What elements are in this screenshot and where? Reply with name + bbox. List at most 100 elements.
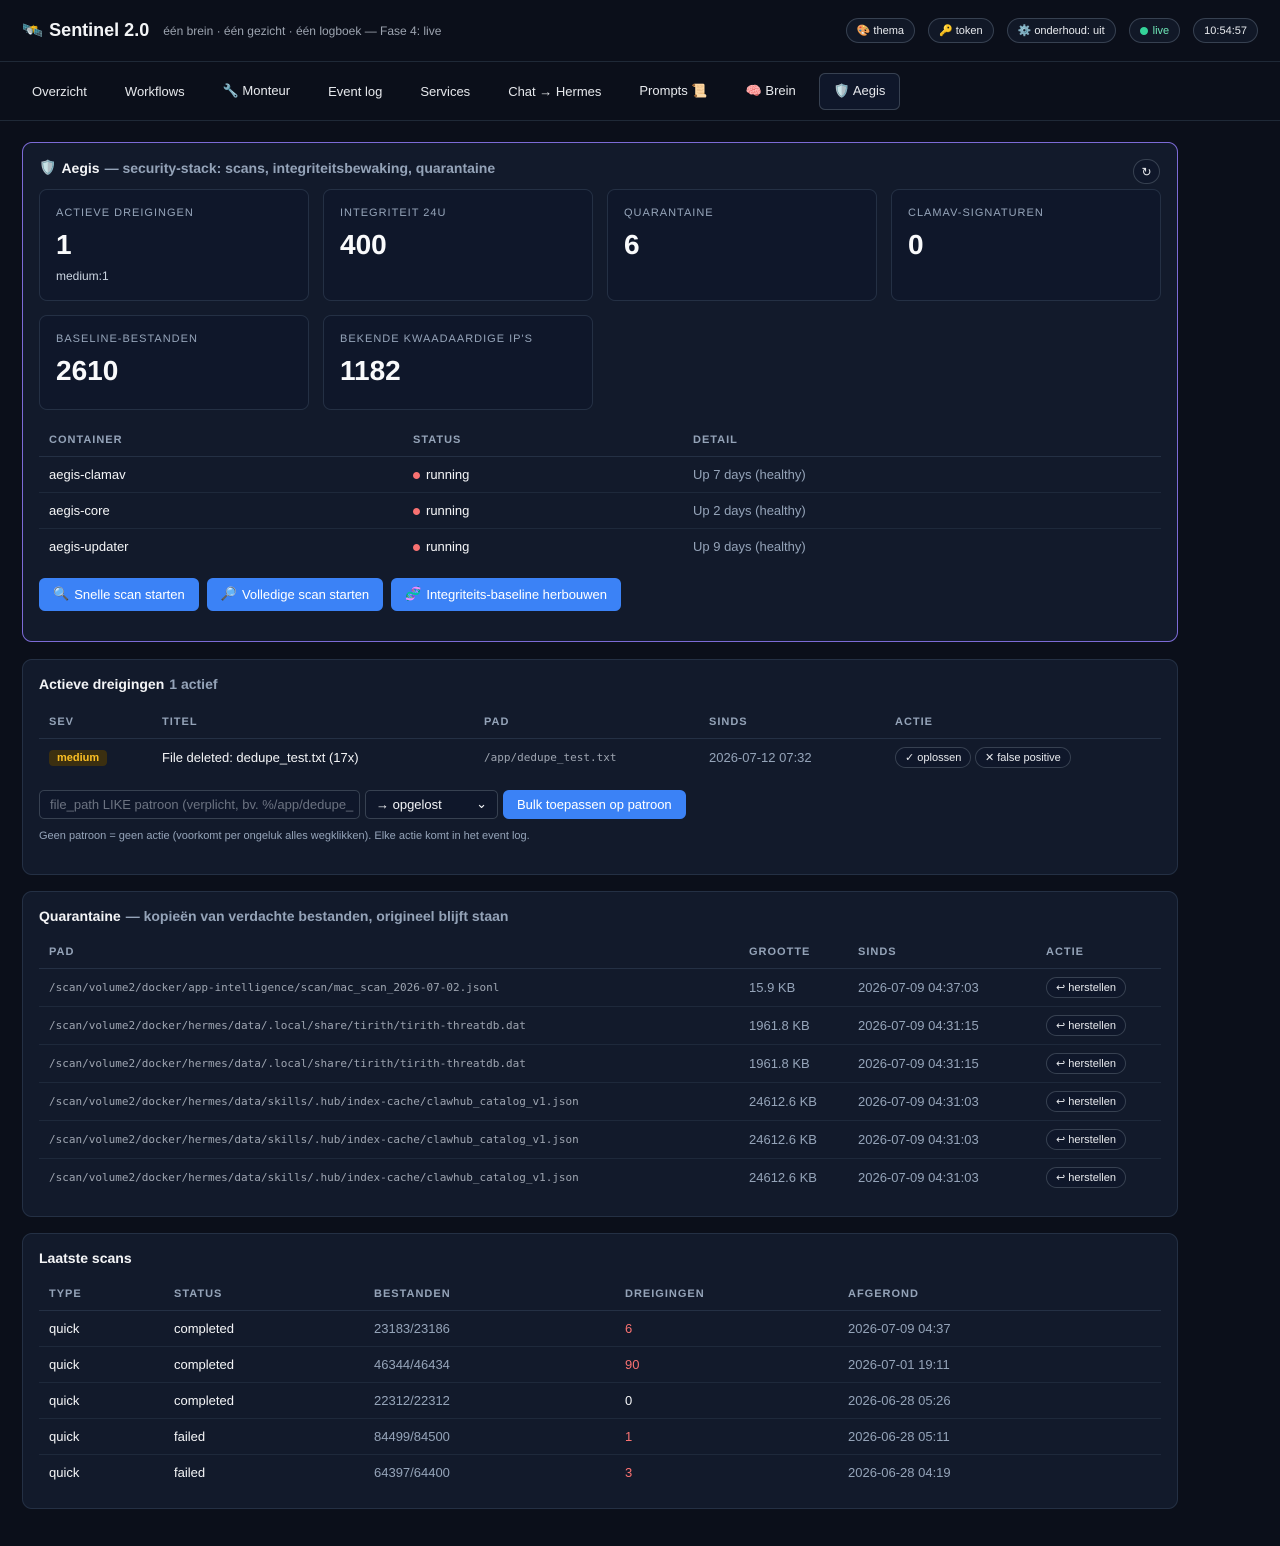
tab-event-log[interactable]: Event log — [313, 73, 397, 110]
token-button[interactable]: 🔑 token — [927, 18, 994, 43]
stat-value: 1182 — [340, 355, 401, 386]
pattern-input[interactable]: file_path LIKE patroon (verplicht, bv. %… — [39, 789, 360, 819]
column-header: AFGEROND — [838, 1288, 1161, 1311]
status-dot-icon — [413, 472, 420, 480]
scan-type: quick — [39, 1382, 164, 1419]
threat-since: 2026-07-12 07:32 — [709, 750, 812, 766]
theme-label: thema — [873, 24, 904, 37]
bulk-apply-button[interactable]: Bulk toepassen op patroon — [503, 789, 686, 819]
container-detail: Up 9 days (healthy) — [693, 539, 806, 555]
scan-files: 22312/22312 — [364, 1382, 615, 1419]
quarantine-heading: Quarantaine — [39, 908, 121, 924]
column-header: ACTIE — [885, 716, 1161, 739]
stat-sub: medium:1 — [56, 269, 109, 283]
container-status: running — [403, 492, 683, 529]
threats-heading: Actieve dreigingen — [39, 676, 165, 692]
token-label: token — [955, 24, 983, 37]
severity-badge: medium — [49, 750, 108, 767]
tab-aegis[interactable]: 🛡️ Aegis — [818, 72, 901, 110]
stat-label: QUARANTAINE — [624, 207, 714, 219]
theme-button[interactable]: 🎨 thema — [845, 18, 915, 43]
quarantine-subtitle: — kopieën van verdachte bestanden, origi… — [125, 908, 509, 924]
stat-card-active-threats: ACTIEVE DREIGINGEN 1 medium:1 — [39, 189, 309, 301]
false-positive-button[interactable]: ✕ false positive — [974, 747, 1071, 769]
quarantine-size: 15.9 KB — [739, 968, 848, 1007]
quarantine-path: /scan/volume2/docker/hermes/data/skills/… — [49, 1171, 579, 1185]
quarantine-since: 2026-07-09 04:37:03 — [848, 968, 1036, 1007]
resolve-button[interactable]: ✓ oplossen — [895, 747, 972, 769]
scan-threats: 3 — [625, 1465, 633, 1481]
tab-brein[interactable]: 🧠 Brein — [731, 73, 811, 110]
refresh-icon: ↻ — [1141, 164, 1152, 179]
bulk-hint: Geen patroon = geen actie (voorkomt per … — [39, 829, 530, 842]
table-row: medium File deleted: dedupe_test.txt (17… — [39, 739, 1161, 777]
tab-monteur[interactable]: 🔧 Monteur — [208, 73, 306, 110]
quarantine-size: 24612.6 KB — [739, 1082, 848, 1121]
scan-finished: 2026-06-28 04:19 — [848, 1465, 951, 1481]
app-subtitle: één brein · één gezicht · één logboek — … — [163, 23, 442, 38]
quick-scan-button[interactable]: 🔍 Snelle scan starten — [39, 577, 199, 611]
column-header: PAD — [474, 716, 699, 739]
quarantine-path: /scan/volume2/docker/hermes/data/.local/… — [39, 1044, 739, 1083]
quarantine-since: 2026-07-09 04:31:15 — [848, 1006, 1036, 1045]
tab-services[interactable]: Services — [405, 73, 485, 110]
restore-button[interactable]: ↩ herstellen — [1046, 977, 1126, 998]
status-select[interactable]: → opgelost ⌄ — [365, 789, 498, 819]
quarantine-size: 24612.6 KB — [739, 1120, 848, 1159]
scan-type: quick — [39, 1418, 164, 1455]
full-scan-button[interactable]: 🔎 Volledige scan starten — [206, 577, 384, 611]
satellite-icon: 🛰️ — [22, 20, 44, 40]
restore-button[interactable]: ↩ herstellen — [1046, 1129, 1126, 1150]
stat-value: 1 — [56, 229, 72, 260]
stat-card-integrity: INTEGRITEIT 24U 400 — [323, 189, 593, 301]
quarantine-table: PAD GROOTTE SINDS ACTIE /scan/volume2/do… — [39, 946, 1161, 1197]
tab-chat-hermes[interactable]: Chat → Hermes — [493, 73, 616, 110]
restore-button[interactable]: ↩ herstellen — [1046, 1053, 1126, 1074]
column-header: SINDS — [848, 946, 1036, 969]
scan-finished: 2026-06-28 05:26 — [838, 1382, 1161, 1419]
quarantine-path: /scan/volume2/docker/hermes/data/.local/… — [39, 1006, 739, 1045]
chevron-down-icon: ⌄ — [476, 796, 487, 811]
restore-button[interactable]: ↩ herstellen — [1046, 1167, 1126, 1189]
status-dot-icon — [413, 508, 420, 516]
table-row: /scan/volume2/docker/hermes/data/skills/… — [39, 1159, 1161, 1197]
quarantine-panel: Quarantaine — kopieën van verdachte best… — [22, 891, 1178, 1217]
scans-panel: Laatste scans TYPE STATUS BESTANDEN DREI… — [22, 1233, 1178, 1509]
tab-overzicht[interactable]: Overzicht — [17, 73, 102, 110]
maintenance-toggle[interactable]: ⚙️ onderhoud: uit — [1006, 18, 1116, 43]
live-dot-icon — [1139, 26, 1148, 35]
table-row: quick failed 64397/64400 3 2026-06-28 04:19 — [39, 1455, 1161, 1491]
stat-label: CLAMAV-SIGNATUREN — [908, 207, 1044, 219]
quarantine-size: 1961.8 KB — [739, 1006, 848, 1045]
quarantine-path: /scan/volume2/docker/hermes/data/skills/… — [39, 1120, 739, 1159]
table-row: /scan/volume2/docker/hermes/data/skills/… — [39, 1120, 1161, 1159]
container-status: running — [403, 456, 683, 493]
live-status-badge: live — [1128, 18, 1181, 43]
column-header: STATUS — [403, 434, 683, 457]
tab-workflows[interactable]: Workflows — [110, 73, 200, 110]
column-header: STATUS — [164, 1288, 364, 1311]
app-title: Sentinel 2.0 — [49, 20, 150, 40]
refresh-button[interactable]: ↻ — [1133, 159, 1160, 184]
scans-title: Laatste scans — [39, 1250, 132, 1266]
threats-title: Actieve dreigingen 1 actief — [39, 676, 1161, 692]
scan-status: completed — [164, 1346, 364, 1383]
restore-button[interactable]: ↩ herstellen — [1046, 1091, 1126, 1112]
stat-label: INTEGRITEIT 24U — [340, 207, 447, 219]
scan-status: failed — [174, 1465, 206, 1481]
tab-prompts[interactable]: Prompts 📜 — [624, 73, 722, 110]
button-label: Snelle scan starten — [74, 586, 185, 602]
table-row: quick completed 22312/22312 0 2026-06-28 05:… — [39, 1382, 1161, 1419]
table-row: aegis-core running Up 2 days (healthy) — [39, 492, 1161, 529]
stat-value: 0 — [908, 229, 924, 260]
palette-icon: 🎨 — [856, 25, 871, 37]
rebuild-baseline-button[interactable]: 🧬 Integriteits-baseline herbouwen — [391, 577, 622, 611]
restore-button[interactable]: ↩ herstellen — [1046, 1015, 1126, 1036]
gear-icon: ⚙️ — [1017, 25, 1032, 37]
quarantine-since: 2026-07-09 04:31:03 — [858, 1170, 979, 1186]
container-name: aegis-core — [39, 492, 403, 529]
live-label: live — [1152, 24, 1170, 37]
column-header: TITEL — [152, 716, 474, 739]
button-label: Integriteits-baseline herbouwen — [426, 586, 608, 602]
magnifier-icon: 🔍 — [53, 586, 70, 601]
